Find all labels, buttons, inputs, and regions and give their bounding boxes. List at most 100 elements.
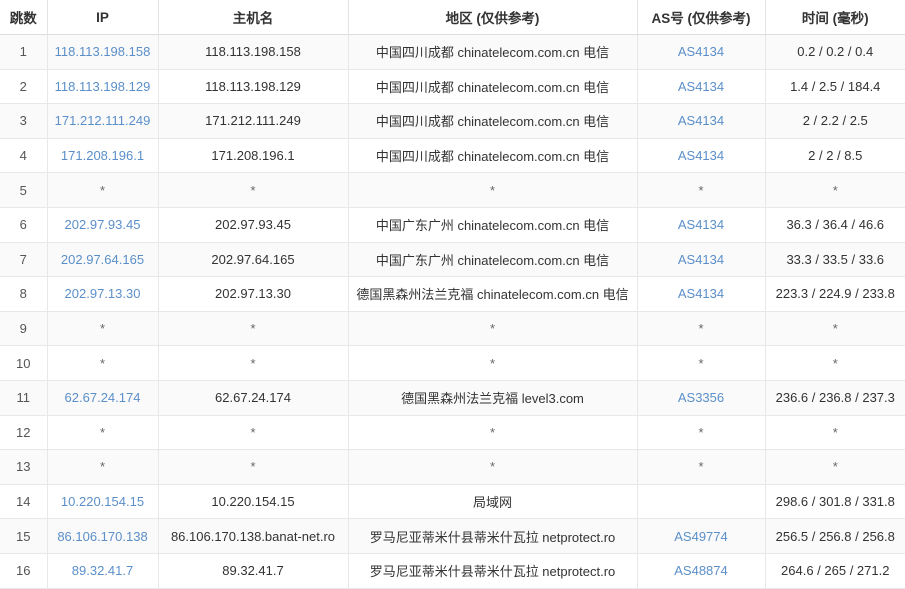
column-header-asn: AS号 (仅供参考) xyxy=(637,0,766,35)
asn-link[interactable]: AS4134 xyxy=(678,79,724,94)
hostname-text: 202.97.13.30 xyxy=(215,286,291,302)
cell-hostname: 10.220.154.15 xyxy=(158,484,349,520)
asn-link[interactable]: AS4134 xyxy=(678,148,724,163)
cell-asn[interactable]: AS4134 xyxy=(637,69,766,105)
cell-asn: * xyxy=(637,345,766,381)
cell-latency: 33.3 / 33.5 / 33.6 xyxy=(765,242,905,278)
no-response-marker: * xyxy=(99,459,106,475)
ip-link[interactable]: 202.97.93.45 xyxy=(65,217,141,232)
ip-link[interactable]: 118.113.198.158 xyxy=(55,44,151,59)
ip-link[interactable]: 10.220.154.15 xyxy=(61,494,144,509)
ip-link[interactable]: 62.67.24.174 xyxy=(65,390,141,405)
cell-latency: 2 / 2 / 8.5 xyxy=(765,138,905,174)
asn-link[interactable]: AS4134 xyxy=(678,113,724,128)
cell-ip[interactable]: 171.212.111.249 xyxy=(47,103,159,139)
cell-latency: 1.4 / 2.5 / 184.4 xyxy=(765,69,905,105)
cell-region: * xyxy=(348,449,638,485)
cell-hop: 13 xyxy=(0,449,48,485)
cell-asn[interactable]: AS4134 xyxy=(637,138,766,174)
cell-hostname: 86.106.170.138.banat-net.ro xyxy=(158,518,349,554)
cell-hop: 10 xyxy=(0,345,48,381)
cell-hostname: * xyxy=(158,345,349,381)
ip-link[interactable]: 202.97.64.165 xyxy=(61,252,144,267)
cell-ip[interactable]: 202.97.64.165 xyxy=(47,242,159,278)
cell-asn[interactable]: AS49774 xyxy=(637,518,766,554)
column-header-hop: 跳数 xyxy=(0,0,48,35)
region-text: 中国四川成都 chinatelecom.com.cn 电信 xyxy=(375,45,610,61)
asn-link[interactable]: AS4134 xyxy=(678,217,724,232)
cell-hostname: 89.32.41.7 xyxy=(158,553,349,589)
cell-ip[interactable]: 118.113.198.129 xyxy=(47,69,159,105)
cell-asn: * xyxy=(637,449,766,485)
cell-hop: 15 xyxy=(0,518,48,554)
cell-asn[interactable]: AS4134 xyxy=(637,276,766,312)
region-text: 中国四川成都 chinatelecom.com.cn 电信 xyxy=(375,149,610,165)
hostname-text: 118.113.198.129 xyxy=(205,78,301,94)
asn-link[interactable]: AS49774 xyxy=(674,529,728,544)
no-response-marker: * xyxy=(250,355,256,371)
asn-link[interactable]: AS4134 xyxy=(678,286,724,301)
region-text: 罗马尼亚蒂米什县蒂米什瓦拉 netprotect.ro xyxy=(369,529,616,545)
cell-ip[interactable]: 202.97.93.45 xyxy=(47,207,159,243)
cell-asn[interactable]: AS48874 xyxy=(637,553,766,589)
region-text: 局域网 xyxy=(472,495,512,511)
hostname-text: 171.212.111.249 xyxy=(205,113,301,129)
no-response-marker: * xyxy=(250,182,256,198)
latency-text: 1.4 / 2.5 / 184.4 xyxy=(790,78,881,94)
latency-text: 298.6 / 301.8 / 331.8 xyxy=(775,494,895,510)
cell-region: 中国四川成都 chinatelecom.com.cn 电信 xyxy=(348,69,638,105)
cell-ip: * xyxy=(47,345,159,381)
cell-ip[interactable]: 10.220.154.15 xyxy=(47,484,159,520)
ip-link[interactable]: 202.97.13.30 xyxy=(65,286,141,301)
no-response-marker: * xyxy=(832,321,838,337)
cell-asn[interactable]: AS4134 xyxy=(637,207,766,243)
asn-link[interactable]: AS4134 xyxy=(678,252,724,267)
ip-link[interactable]: 118.113.198.129 xyxy=(55,79,151,94)
cell-hop: 12 xyxy=(0,415,48,451)
cell-ip[interactable]: 89.32.41.7 xyxy=(47,553,159,589)
ip-link[interactable]: 171.212.111.249 xyxy=(55,113,151,128)
cell-hop: 1 xyxy=(0,34,48,70)
cell-asn xyxy=(637,484,766,520)
cell-ip: * xyxy=(47,311,159,347)
no-response-marker: * xyxy=(489,321,496,337)
cell-ip[interactable]: 202.97.13.30 xyxy=(47,276,159,312)
cell-asn[interactable]: AS4134 xyxy=(637,34,766,70)
asn-link[interactable]: AS3356 xyxy=(678,390,724,405)
cell-ip[interactable]: 171.208.196.1 xyxy=(47,138,159,174)
cell-region: * xyxy=(348,311,638,347)
asn-link[interactable]: AS4134 xyxy=(678,44,724,59)
cell-hop: 3 xyxy=(0,103,48,139)
cell-region: 中国四川成都 chinatelecom.com.cn 电信 xyxy=(348,103,638,139)
cell-region: 中国四川成都 chinatelecom.com.cn 电信 xyxy=(348,34,638,70)
cell-ip[interactable]: 118.113.198.158 xyxy=(47,34,159,70)
cell-ip[interactable]: 62.67.24.174 xyxy=(47,380,159,416)
hostname-text: 89.32.41.7 xyxy=(222,563,284,579)
hostname-text: 86.106.170.138.banat-net.ro xyxy=(170,528,336,544)
table-row: 5 * * * * * xyxy=(0,172,905,208)
cell-asn[interactable]: AS4134 xyxy=(637,242,766,278)
asn-link[interactable]: AS48874 xyxy=(674,563,728,578)
cell-region: 德国黑森州法兰克福 chinatelecom.com.cn 电信 xyxy=(348,276,638,312)
cell-asn: * xyxy=(637,415,766,451)
ip-link[interactable]: 171.208.196.1 xyxy=(61,148,144,163)
cell-asn[interactable]: AS3356 xyxy=(637,380,766,416)
column-header-ip: IP xyxy=(47,0,159,35)
no-response-marker: * xyxy=(698,321,704,337)
no-response-marker: * xyxy=(489,424,496,440)
cell-hostname: * xyxy=(158,172,349,208)
cell-hostname: 171.212.111.249 xyxy=(158,103,349,139)
cell-asn[interactable]: AS4134 xyxy=(637,103,766,139)
table-header: 跳数 IP 主机名 地区 (仅供参考) AS号 (仅供参考) 时间 (毫秒) xyxy=(0,0,905,35)
no-response-marker: * xyxy=(489,459,496,475)
cell-latency: * xyxy=(765,415,905,451)
cell-region: 罗马尼亚蒂米什县蒂米什瓦拉 netprotect.ro xyxy=(348,518,638,554)
cell-ip[interactable]: 86.106.170.138 xyxy=(47,518,159,554)
no-response-marker: * xyxy=(698,355,704,371)
ip-link[interactable]: 89.32.41.7 xyxy=(72,563,133,578)
no-response-marker: * xyxy=(489,182,496,198)
table-row: 14 10.220.154.15 10.220.154.15 局域网 298.6 / 3… xyxy=(0,484,905,520)
ip-link[interactable]: 86.106.170.138 xyxy=(57,529,147,544)
latency-text: 0.2 / 0.2 / 0.4 xyxy=(797,44,874,60)
cell-hostname: * xyxy=(158,449,349,485)
